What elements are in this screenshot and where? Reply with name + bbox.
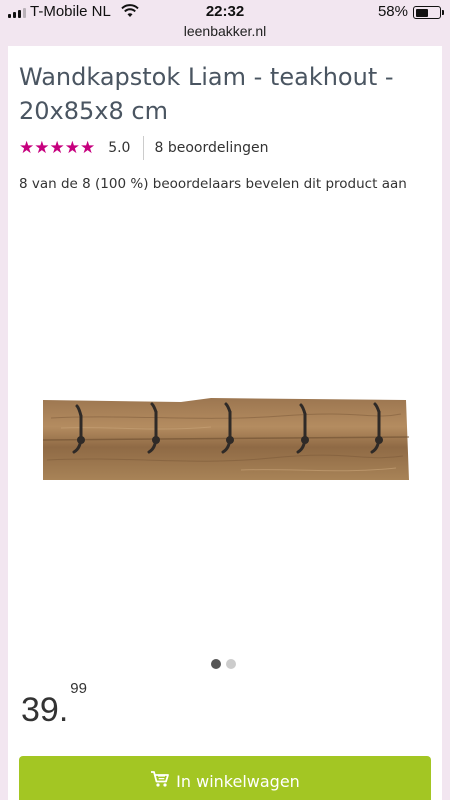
- rating-stars-icon: ★★★★★: [19, 138, 96, 158]
- product-card: Wandkapstok Liam - teakhout - 20x85x8 cm…: [8, 46, 442, 800]
- price-cents: 99: [70, 679, 87, 697]
- product-title: Wandkapstok Liam - teakhout - 20x85x8 cm: [19, 63, 394, 125]
- rating-score: 5.0: [108, 140, 131, 156]
- carousel-dot-2[interactable]: [226, 659, 236, 669]
- product-price: 39.99: [21, 680, 87, 730]
- shopping-cart-icon: [150, 770, 170, 792]
- product-image[interactable]: [41, 396, 411, 484]
- recommendation-text: 8 van de 8 (100 %) beoordelaars bevelen …: [19, 176, 407, 192]
- add-to-cart-label: In winkelwagen: [176, 771, 300, 791]
- address-bar-url[interactable]: leenbakker.nl: [0, 23, 450, 39]
- status-bar: T-Mobile NL 22:32 58%: [0, 0, 450, 24]
- rating-row[interactable]: ★★★★★ 5.0 8 beoordelingen: [19, 135, 269, 161]
- price-main: 39.: [21, 691, 69, 729]
- battery-icon: [413, 6, 444, 19]
- review-count-link[interactable]: 8 beoordelingen: [154, 140, 268, 156]
- add-to-cart-button[interactable]: In winkelwagen: [19, 756, 431, 800]
- carousel-dot-1[interactable]: [211, 659, 221, 669]
- image-carousel-dots[interactable]: [211, 659, 236, 669]
- battery-percent: 58%: [377, 3, 408, 20]
- divider: [143, 136, 145, 160]
